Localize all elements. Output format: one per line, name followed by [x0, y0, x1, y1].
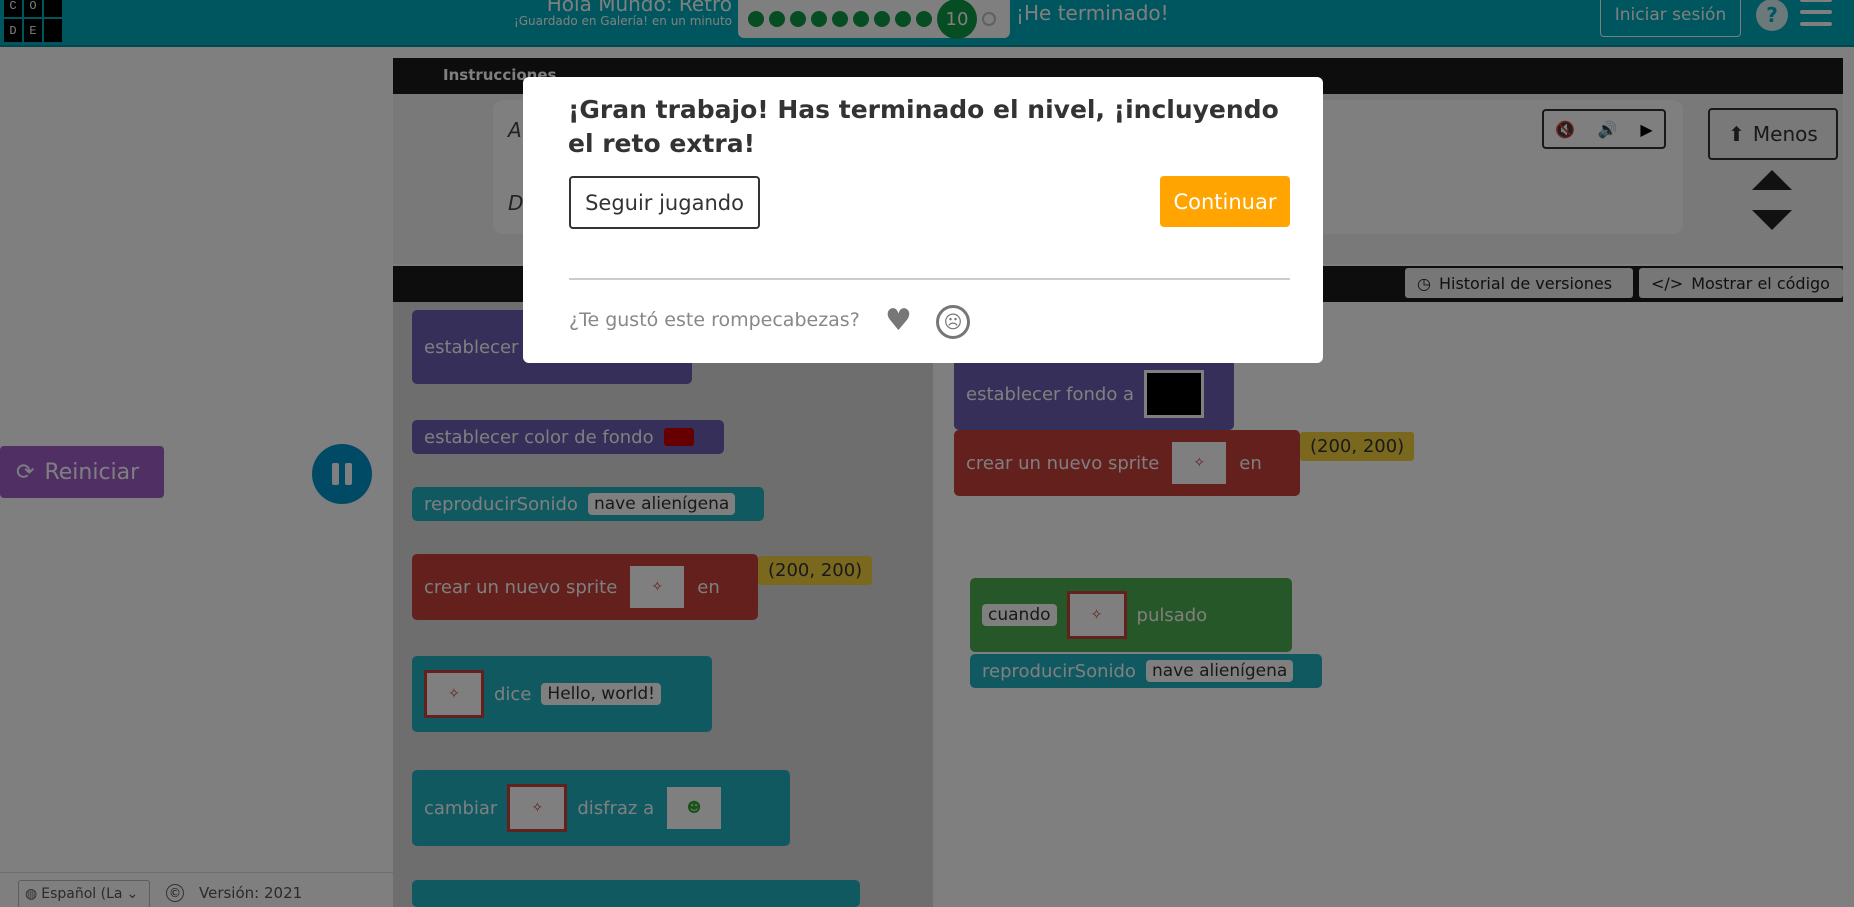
sad-face-icon[interactable]: ☹	[936, 305, 970, 339]
heart-icon[interactable]: ♥	[885, 306, 912, 336]
dialog-title: ¡Gran trabajo! Has terminado el nivel, ¡…	[568, 95, 1279, 158]
feedback-question: ¿Te gustó este rompecabezas?	[569, 309, 860, 331]
continue-button[interactable]: Continuar	[1160, 176, 1290, 227]
dialog-divider	[569, 278, 1290, 280]
keep-playing-button[interactable]: Seguir jugando	[569, 176, 760, 229]
